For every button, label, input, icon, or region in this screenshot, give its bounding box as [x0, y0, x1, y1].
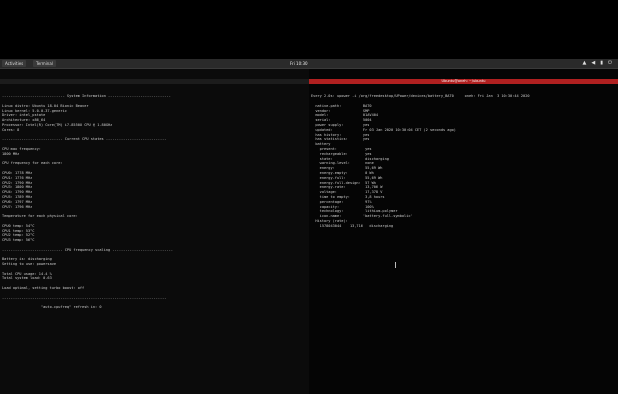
network-icon[interactable]: ▲ — [583, 60, 587, 67]
left-terminal-output: ----------------------------- System Inf… — [0, 93, 309, 311]
power-icon[interactable]: ⏻ — [608, 60, 612, 67]
left-terminal-titlebar[interactable] — [0, 78, 309, 84]
volume-icon[interactable]: ◀ — [591, 60, 595, 67]
battery-icon[interactable]: ▮ — [600, 60, 603, 67]
right-terminal[interactable]: Ubuntu@oneh: ~/ubuntu Every 2.0s: upower… — [309, 69, 618, 394]
left-terminal[interactable]: ----------------------------- System Inf… — [0, 69, 309, 394]
right-terminal-titlebar[interactable]: Ubuntu@oneh: ~/ubuntu — [309, 78, 618, 84]
clock[interactable]: Fri 10:30 — [290, 60, 308, 67]
terminal-line: 1578043044 13,716 discharging — [311, 223, 394, 228]
activities-button[interactable]: Activities — [2, 60, 27, 67]
top-panel: Activities Terminal Fri 10:30 ▲ ◀ ▮ ⏻ — [0, 59, 618, 69]
terminal-line: "auto-cpufreq" refresh in: 0 — [2, 305, 102, 310]
text-cursor — [395, 262, 396, 268]
right-terminal-output: Every 2.0s: upower -i /org/freedesktop/U… — [309, 93, 618, 229]
app-menu[interactable]: Terminal — [33, 60, 56, 67]
system-tray[interactable]: ▲ ◀ ▮ ⏻ — [583, 60, 612, 67]
